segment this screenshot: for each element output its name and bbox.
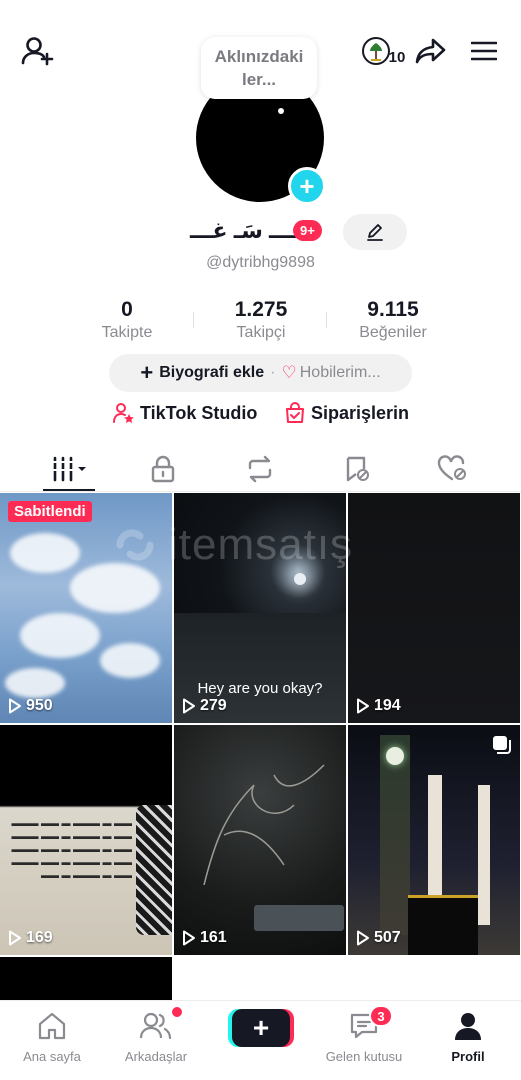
stat-following[interactable]: 0 Takipte [62,298,192,342]
play-icon [9,930,21,946]
orders-link[interactable]: Siparişlerin [284,402,409,424]
name-row: ـــــ سَـ غـــ 9+ [0,214,521,250]
ornament-pattern [136,805,172,935]
view-count: 161 [182,929,227,947]
nav-inbox-label: Gelen kutusu [325,1049,403,1064]
divider [193,312,194,328]
tab-private[interactable] [128,450,198,488]
menu-icon[interactable] [466,33,502,69]
display-name: ـــــ سَـ غـــ [190,218,307,243]
video-thumbnail[interactable]: Sabitlendi 950 [0,493,172,723]
create-button[interactable]: + [232,1009,290,1047]
bio-pill: + Biyografi ekle · ♡ Hobilerim... [109,354,412,392]
inbox-badge: 3 [369,1005,393,1027]
add-bio-button[interactable]: Biyografi ekle [159,364,264,382]
play-icon [183,930,195,946]
hobbies-button[interactable]: Hobilerim... [300,364,381,382]
heart-hidden-icon [437,455,466,481]
view-count: 194 [356,697,401,715]
video-thumbnail[interactable]: Hey are you okay? 279 [174,493,346,723]
video-thumbnail[interactable] [0,957,172,1001]
divider [326,312,327,328]
coin-balance-button[interactable]: 10 [360,33,406,69]
tab-favorites[interactable] [322,450,392,488]
videos-grid-icon [53,456,86,482]
separator-dot: · [270,364,276,381]
nav-profile-label: Profil [451,1049,485,1064]
friends-icon [139,1012,172,1040]
tiktok-studio-link[interactable]: TikTok Studio [113,402,257,424]
nav-inbox[interactable]: Gelen kutusu [314,1009,414,1064]
view-count: 279 [182,697,227,715]
share-icon[interactable] [412,33,450,69]
bookmark-hidden-icon [346,456,369,482]
stat-value: 9.115 [367,298,419,321]
coin-icon [361,37,390,65]
repost-icon [248,455,272,483]
status-bubble-text: Aklınızdaki ler... [214,47,304,89]
lock-icon [151,455,175,483]
friends-notification-dot [172,1007,182,1017]
arabic-verse-image: ▬▬ ▬ ▬▬▬ ▬ ▬▬ ▬▬▬ ▬▬ ▬ ▬▬▬ ▬ ▬▬ ▬▬▬ ▬▬ ▬… [11,818,132,880]
tiktok-studio-label: TikTok Studio [140,402,258,423]
nav-profile[interactable]: Profil [418,1009,518,1064]
studio-user-star-icon [113,403,134,423]
tab-liked[interactable] [418,450,488,488]
stat-label: Beğeniler [359,324,427,341]
coin-count: 10 [388,48,406,66]
play-icon [357,698,369,714]
nav-friends-label: Arkadaşlar [124,1049,188,1064]
play-icon [9,698,21,714]
pinned-badge: Sabitlendi [8,501,92,522]
active-tab-indicator [43,489,95,491]
nav-friends[interactable]: Arkadaşlar [106,1009,206,1064]
username: @dytribhg9898 [206,254,315,271]
stat-label: Takipte [101,324,153,341]
nav-home[interactable]: Ana sayfa [2,1009,102,1064]
profile-icon [455,1013,481,1040]
video-caption: Hey are you okay? [197,680,323,697]
tab-videos[interactable] [34,450,104,488]
home-icon [38,1012,66,1040]
play-icon [357,930,369,946]
quick-links: TikTok Studio Siparişlerin [0,402,521,428]
notification-badge[interactable]: 9+ [293,220,322,241]
play-icon [183,698,195,714]
add-friend-icon[interactable] [18,33,58,69]
nav-home-label: Ana sayfa [23,1049,81,1064]
video-thumbnail[interactable]: ▬▬ ▬ ▬▬▬ ▬ ▬▬ ▬▬▬ ▬▬ ▬ ▬▬▬ ▬ ▬▬ ▬▬▬ ▬▬ ▬… [0,725,172,955]
shopping-bag-icon [286,402,304,423]
stat-value: 0 [121,298,133,321]
bubble-tail [278,108,284,114]
edit-profile-button[interactable] [343,214,407,250]
view-count: 950 [8,697,53,715]
stat-followers[interactable]: 1.275 Takipçi [196,298,326,342]
stat-likes[interactable]: 9.115 Beğeniler [328,298,458,342]
status-bubble[interactable]: Aklınızdaki ler... [201,37,317,99]
plus-icon: + [140,360,154,385]
heart-icon: ♡ [281,363,297,382]
tab-reposts[interactable] [225,450,295,488]
view-count: 169 [8,929,53,947]
stat-label: Takipçi [236,324,286,341]
profile-tabs [0,446,521,492]
orders-label: Siparişlerin [311,402,410,423]
pencil-icon [367,224,383,241]
stat-value: 1.275 [234,298,288,321]
video-thumbnail[interactable]: 161 [174,725,346,955]
view-count: 507 [356,929,401,947]
stats-row: 0 Takipte 1.275 Takipçi 9.115 Beğeniler [0,298,521,348]
video-thumbnail[interactable]: 507 [348,725,520,955]
multi-photo-icon [493,736,511,754]
video-thumbnail[interactable]: 194 [348,493,520,723]
add-avatar-button[interactable]: + [288,167,326,205]
bottom-nav: Ana sayfa Arkadaşlar + Gelen kutusu 3 Pr… [0,1000,521,1080]
